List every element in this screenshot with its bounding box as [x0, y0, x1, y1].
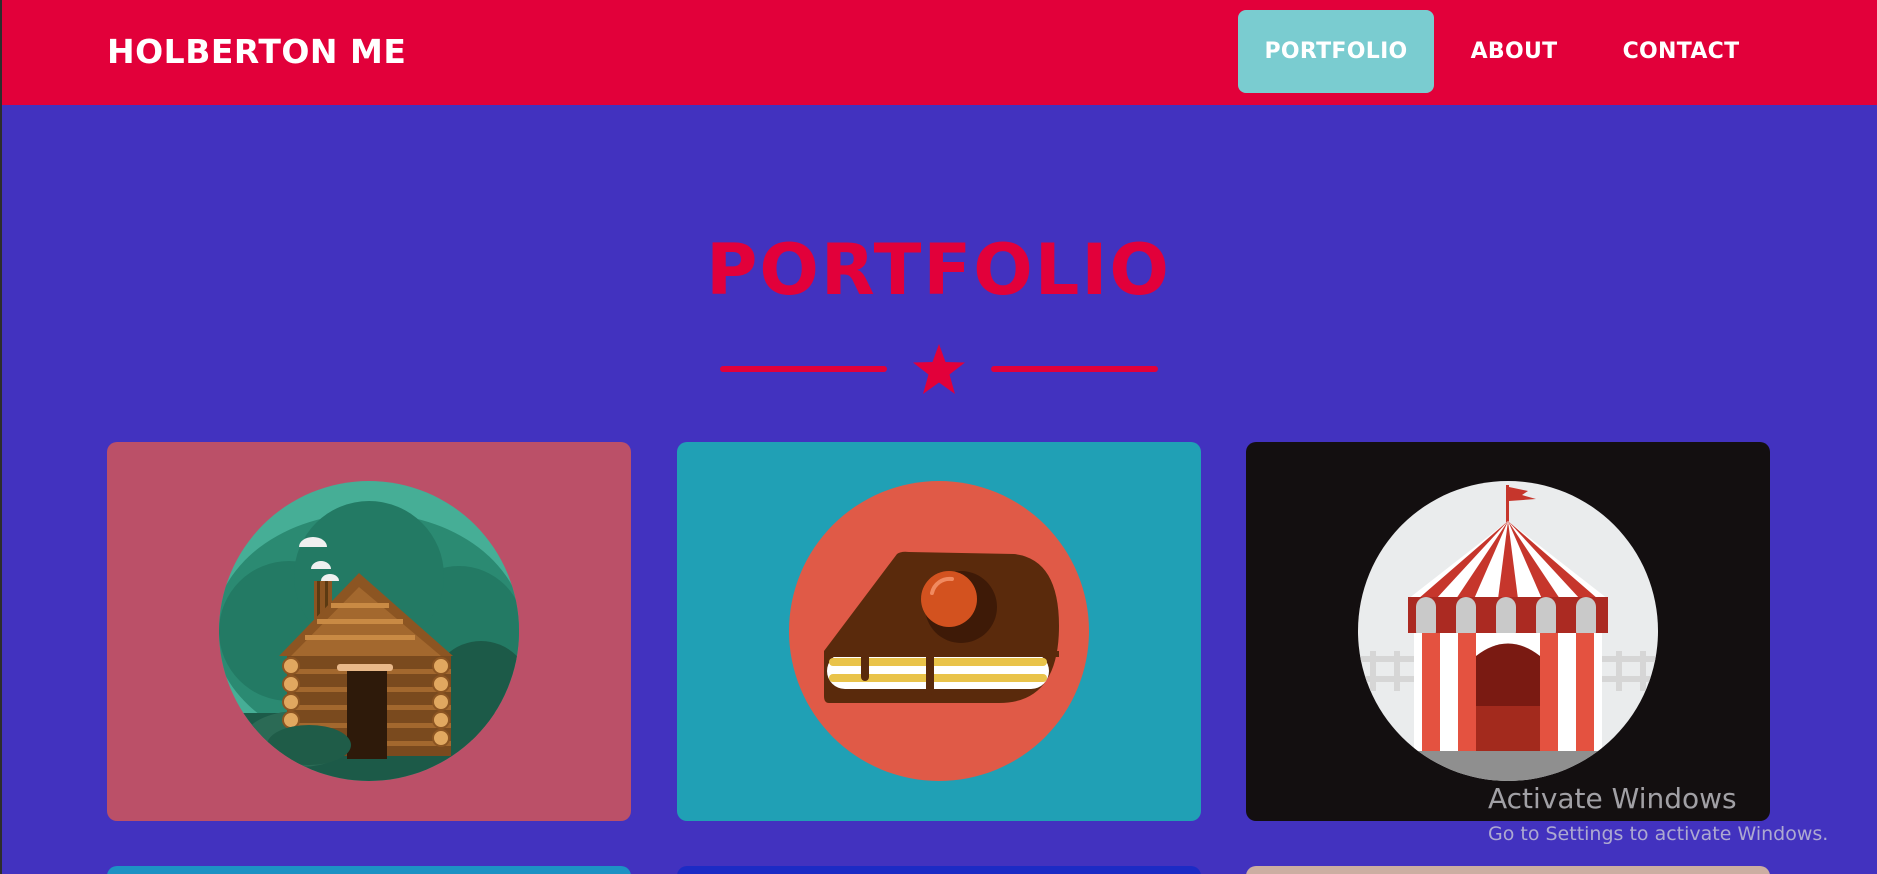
star-icon — [913, 344, 965, 394]
portfolio-item-cake[interactable] — [677, 442, 1201, 821]
page: HOLBERTON ME PORTFOLIO ABOUT CONTACT POR… — [0, 0, 1877, 874]
top-navigation-bar: HOLBERTON ME PORTFOLIO ABOUT CONTACT — [0, 0, 1877, 105]
log-cabin-illustration — [219, 481, 519, 781]
circus-tent-illustration — [1358, 481, 1658, 781]
nav-contact-link[interactable]: CONTACT — [1598, 10, 1764, 93]
portfolio-item-5[interactable] — [677, 866, 1201, 874]
portfolio-item-circus[interactable] — [1246, 442, 1770, 821]
divider-line-right — [991, 366, 1158, 372]
portfolio-item-cabin[interactable] — [107, 442, 631, 821]
watermark-subtitle: Go to Settings to activate Windows. — [1488, 823, 1829, 845]
divider-line-left — [720, 366, 887, 372]
watermark-title: Activate Windows — [1488, 782, 1737, 815]
activate-windows-watermark: Activate Windows Go to Settings to activ… — [1488, 781, 1828, 849]
nav-portfolio-link[interactable]: PORTFOLIO — [1238, 10, 1434, 93]
window-edge — [0, 0, 2, 874]
nav-about-link[interactable]: ABOUT — [1452, 10, 1576, 93]
portfolio-item-6[interactable] — [1246, 866, 1770, 874]
cake-slice-illustration — [789, 481, 1089, 781]
portfolio-item-4[interactable] — [107, 866, 631, 874]
portfolio-heading: PORTFOLIO — [706, 229, 1171, 311]
site-brand[interactable]: HOLBERTON ME — [107, 30, 406, 74]
